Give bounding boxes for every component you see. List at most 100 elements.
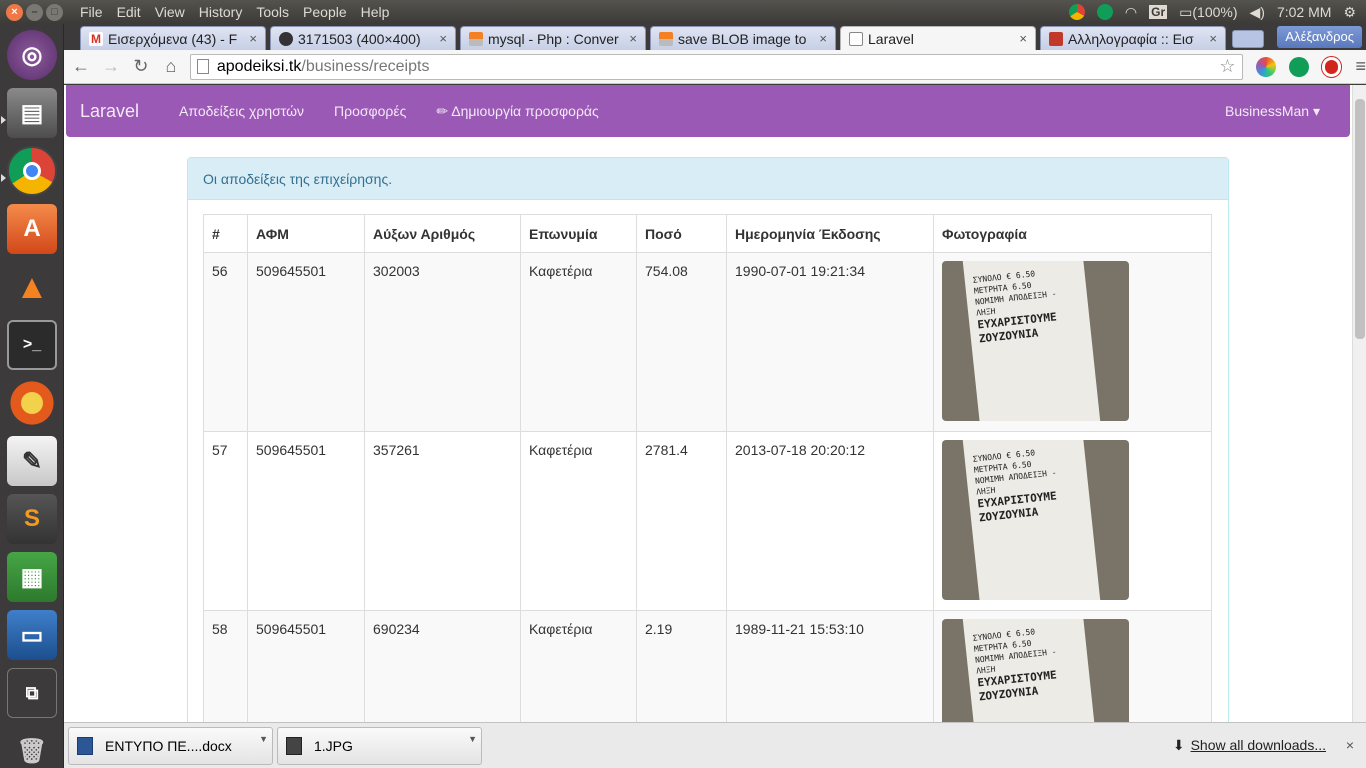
download-item-docx[interactable]: ΕΝΤΥΠΟ ΠΕ....docx ▼ <box>68 726 273 765</box>
menu-help[interactable]: Help <box>354 4 397 20</box>
chrome-tray-icon[interactable] <box>1068 4 1085 20</box>
keyboard-indicator[interactable]: Gr <box>1149 5 1168 19</box>
cell-id: 58 <box>203 610 248 722</box>
bookmark-star-icon[interactable]: ☆ <box>1219 56 1235 77</box>
cell-serial: 690234 <box>364 610 521 722</box>
terminal-icon[interactable]: >_ <box>7 320 57 370</box>
tab-title: save BLOB image to <box>678 30 807 47</box>
receipt-photo[interactable]: ΣΥΝΟΛΟ € 6.50 ΜΕΤΡΗΤΑ 6.50 ΝΟΜΙΜΗ ΑΠΟΔΕΙ… <box>942 619 1129 722</box>
color-extension-icon[interactable] <box>1255 56 1276 77</box>
trash-icon[interactable]: 🗑 <box>7 726 57 768</box>
show-all-downloads-link[interactable]: ⬇ Show all downloads... <box>1173 737 1326 754</box>
nav-create-offer[interactable]: ✏ Δημιουργία προσφοράς <box>436 103 598 120</box>
text-editor-icon[interactable]: ✎ <box>7 436 57 486</box>
ubuntu-dash-icon[interactable]: ◎ <box>7 30 57 80</box>
chrome-menu-icon[interactable]: ≡ <box>1355 56 1366 77</box>
menu-file[interactable]: File <box>73 4 110 20</box>
home-button[interactable]: ⌂ <box>158 54 184 80</box>
cell-name: Καφετέρια <box>520 610 637 722</box>
impress-icon[interactable]: ▭ <box>7 610 57 660</box>
menu-tools[interactable]: Tools <box>249 4 296 20</box>
close-icon[interactable]: × <box>249 31 257 46</box>
navbar-brand[interactable]: Laravel <box>80 101 139 122</box>
menu-history[interactable]: History <box>192 4 250 20</box>
gmail-icon: M <box>89 31 103 46</box>
wifi-icon[interactable]: ◠ <box>1125 4 1137 21</box>
clock[interactable]: 7:02 MM <box>1277 4 1331 20</box>
menu-view[interactable]: View <box>148 4 192 20</box>
maximize-window-button[interactable]: □ <box>46 3 63 21</box>
chevron-down-icon[interactable]: ▼ <box>468 734 477 744</box>
stackoverflow-icon <box>659 31 673 46</box>
receipts-table: # ΑΦΜ Αύξων Αριθμός Επωνυμία Ποσό Ημερομ… <box>203 214 1212 722</box>
hangouts-tray-icon[interactable] <box>1096 4 1113 20</box>
cell-name: Καφετέρια <box>520 252 637 432</box>
minimize-window-button[interactable]: – <box>26 3 43 21</box>
close-icon[interactable]: × <box>1209 31 1217 46</box>
table-header-row: # ΑΦΜ Αύξων Αριθμός Επωνυμία Ποσό Ημερομ… <box>203 214 1212 253</box>
nav-user-receipts[interactable]: Αποδείξεις χρηστών <box>179 103 304 119</box>
reload-button[interactable]: ↻ <box>128 54 154 80</box>
nav-offers[interactable]: Προσφορές <box>334 103 406 119</box>
cell-amount: 2781.4 <box>636 431 727 611</box>
menu-edit[interactable]: Edit <box>110 4 148 20</box>
battery-indicator[interactable]: ▭(100%) <box>1179 4 1237 21</box>
tab-github[interactable]: 3171503 (400×400) × <box>270 26 456 50</box>
receipt-paper: ΣΥΝΟΛΟ € 6.50 ΜΕΤΡΗΤΑ 6.50 ΝΟΜΙΜΗ ΑΠΟΔΕΙ… <box>962 261 1102 421</box>
battery-icon: ▭ <box>1179 3 1193 20</box>
gear-icon[interactable]: ⚙ <box>1343 4 1356 21</box>
tab-strip: M Εισερχόμενα (43) - F × 3171503 (400×40… <box>64 24 1366 50</box>
col-afm: ΑΦΜ <box>247 214 365 253</box>
battery-percent: (100%) <box>1192 3 1238 20</box>
col-id: # <box>203 214 248 253</box>
close-icon[interactable]: × <box>439 31 447 46</box>
chrome-icon[interactable] <box>7 146 57 196</box>
workspace-switcher-icon[interactable]: ⧉ <box>7 668 57 718</box>
close-window-button[interactable]: × <box>6 3 23 21</box>
hangouts-extension-icon[interactable] <box>1288 56 1309 77</box>
software-center-icon[interactable]: A <box>7 204 57 254</box>
user-menu-dropdown[interactable]: BusinessMan ▾ <box>1225 103 1320 120</box>
close-icon[interactable]: × <box>1346 737 1354 753</box>
cell-id: 57 <box>203 431 248 611</box>
panel-heading: Οι αποδείξεις της επιχείρησης. <box>188 158 1228 200</box>
close-icon[interactable]: × <box>819 31 827 46</box>
adblock-extension-icon[interactable] <box>1321 56 1342 77</box>
vlc-icon[interactable]: ▲ <box>7 262 57 312</box>
menu-people[interactable]: People <box>296 4 354 20</box>
sublime-text-icon[interactable]: S <box>7 494 57 544</box>
cell-serial: 357261 <box>364 431 521 611</box>
downloads-bar: ΕΝΤΥΠΟ ΠΕ....docx ▼ 1.JPG ▼ ⬇ Show all do… <box>64 722 1366 768</box>
close-icon[interactable]: × <box>1019 31 1027 46</box>
page-scrollbar[interactable] <box>1352 85 1366 722</box>
image-file-icon <box>286 736 302 755</box>
close-icon[interactable]: × <box>629 31 637 46</box>
col-amount: Ποσό <box>636 214 727 253</box>
download-filename: ΕΝΤΥΠΟ ΠΕ....docx <box>105 737 232 754</box>
tab-stackoverflow-blob[interactable]: save BLOB image to × <box>650 26 836 50</box>
chevron-down-icon[interactable]: ▼ <box>259 734 268 744</box>
volume-icon[interactable]: ◀) <box>1250 4 1265 21</box>
receipt-photo[interactable]: ΣΥΝΟΛΟ € 6.50 ΜΕΤΡΗΤΑ 6.50 ΝΟΜΙΜΗ ΑΠΟΔΕΙ… <box>942 261 1129 421</box>
back-button[interactable]: ← <box>68 54 94 80</box>
new-tab-button[interactable] <box>1232 30 1264 48</box>
tab-laravel[interactable]: Laravel × <box>840 26 1036 50</box>
tab-gmail[interactable]: M Εισερχόμενα (43) - F × <box>80 26 266 50</box>
scrollbar-thumb[interactable] <box>1355 99 1365 339</box>
address-bar[interactable]: apodeiksi.tk/business/receipts ☆ <box>189 53 1243 80</box>
profile-button[interactable]: Αλέξανδρος <box>1277 26 1362 48</box>
forward-button[interactable]: → <box>98 54 124 80</box>
calc-icon[interactable]: ▦ <box>7 552 57 602</box>
files-icon[interactable]: ▤ <box>7 88 57 138</box>
receipt-photo[interactable]: ΣΥΝΟΛΟ € 6.50 ΜΕΤΡΗΤΑ 6.50 ΝΟΜΙΜΗ ΑΠΟΔΕΙ… <box>942 440 1129 600</box>
system-tray: ◠ Gr ▭(100%) ◀) 7:02 MM ⚙ <box>1068 4 1366 21</box>
window-controls: × – □ <box>6 3 63 21</box>
table-row: 56 509645501 302003 Καφετέρια 754.08 199… <box>203 252 1212 432</box>
download-filename: 1.JPG <box>314 737 353 754</box>
mail-icon <box>1049 31 1063 46</box>
tab-mail[interactable]: Αλληλογραφία :: Εισ × <box>1040 26 1226 50</box>
download-item-jpg[interactable]: 1.JPG ▼ <box>277 726 482 765</box>
cell-name: Καφετέρια <box>520 431 637 611</box>
help-icon[interactable] <box>7 378 57 428</box>
tab-stackoverflow-mysql[interactable]: mysql - Php : Conver × <box>460 26 646 50</box>
